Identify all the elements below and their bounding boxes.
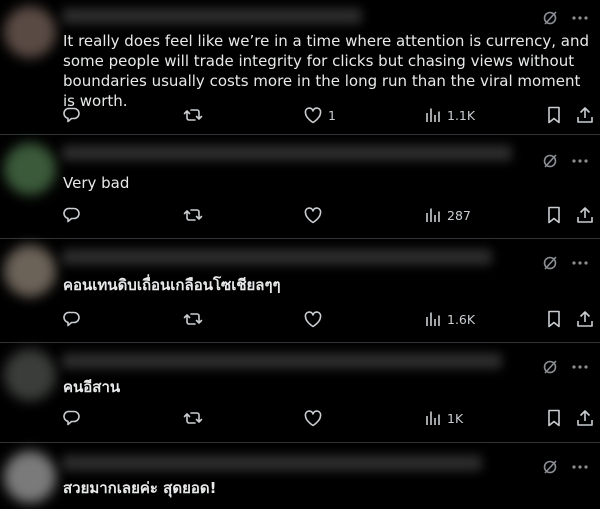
views-icon [425,107,441,123]
reply-text: คนอีสาน [63,378,121,396]
author-header[interactable] [62,353,502,369]
share-button[interactable] [576,105,594,125]
bookmark-icon [547,106,561,124]
repost-button[interactable] [183,205,203,225]
views-button[interactable]: 1.1K [425,105,475,125]
heart-icon [304,310,322,328]
views-count: 287 [447,207,471,223]
more-dots-icon[interactable] [572,261,588,265]
reply-text: Very bad [63,174,130,192]
heart-icon [304,106,322,124]
avatar[interactable] [4,349,56,401]
grok-icon[interactable] [542,10,558,26]
repost-icon [183,310,203,328]
views-button[interactable]: 1K [425,408,463,428]
grok-icon[interactable] [542,459,558,475]
avatar[interactable] [4,451,56,503]
more-dots-icon[interactable] [572,16,588,20]
reply-icon [63,106,81,124]
author-header[interactable] [62,455,482,471]
reply-icon [63,310,81,328]
bookmark-button[interactable] [547,105,561,125]
repost-button[interactable] [183,408,203,428]
action-bar: 1.6K [63,309,596,329]
repost-icon [183,409,203,427]
reply-button[interactable] [63,408,81,428]
repost-icon [183,106,203,124]
more-dots-icon[interactable] [572,365,588,369]
reply-button[interactable] [63,105,81,125]
avatar[interactable] [4,143,56,195]
like-button[interactable] [304,309,328,329]
share-button[interactable] [576,205,594,225]
like-button[interactable] [304,408,328,428]
reply-menu [542,359,588,375]
views-button[interactable]: 1.6K [425,309,475,329]
reply-text: สวยมากเลยค่ะ สุดยอด! [63,479,217,497]
like-count: 1 [328,107,336,123]
bookmark-button[interactable] [547,408,561,428]
reply-icon [63,206,81,224]
reply-button[interactable] [63,205,81,225]
heart-icon [304,409,322,427]
reply-menu [542,255,588,271]
share-icon [576,409,594,427]
grok-icon[interactable] [542,255,558,271]
action-bar: 287 [63,205,596,225]
reply-feed: It really does feel like we’re in a time… [0,0,600,509]
views-count: 1.1K [447,107,476,123]
bookmark-icon [547,206,561,224]
repost-icon [183,206,203,224]
reply-text: It really does feel like we’re in a time… [63,32,594,110]
avatar[interactable] [4,245,56,297]
author-header[interactable] [62,8,362,24]
views-icon [425,311,441,327]
reply-button[interactable] [63,309,81,329]
heart-icon [304,206,322,224]
bookmark-icon [547,409,561,427]
bookmark-button[interactable] [547,205,561,225]
reply-menu [542,10,588,26]
reply-item[interactable]: Very bad 287 [0,135,600,238]
repost-button[interactable] [183,105,203,125]
share-button[interactable] [576,309,594,329]
grok-icon[interactable] [542,359,558,375]
avatar[interactable] [4,6,56,58]
reply-menu [542,153,588,169]
reply-menu [542,459,588,475]
reply-item[interactable]: คนอีสาน 1K [0,343,600,442]
reply-item[interactable]: คอนเทนดิบเถื่อนเกลือนโซเชียลๆๆ 1.6K [0,239,600,342]
views-icon [425,207,441,223]
views-icon [425,410,441,426]
author-header[interactable] [62,145,512,161]
action-bar: 1K [63,408,596,428]
reply-icon [63,409,81,427]
like-button[interactable]: 1 [304,105,336,125]
views-button[interactable]: 287 [425,205,471,225]
reply-text: คอนเทนดิบเถื่อนเกลือนโซเชียลๆๆ [63,276,281,294]
share-button[interactable] [576,408,594,428]
more-dots-icon[interactable] [572,159,588,163]
share-icon [576,206,594,224]
bookmark-button[interactable] [547,309,561,329]
author-header[interactable] [62,249,492,265]
like-button[interactable] [304,205,328,225]
share-icon [576,106,594,124]
views-count: 1.6K [447,311,476,327]
grok-icon[interactable] [542,153,558,169]
more-dots-icon[interactable] [572,465,588,469]
bookmark-icon [547,310,561,328]
share-icon [576,310,594,328]
views-count: 1K [447,410,464,426]
repost-button[interactable] [183,309,203,329]
reply-item[interactable]: สวยมากเลยค่ะ สุดยอด! [0,443,600,509]
action-bar: 1 1.1K [63,105,596,125]
reply-item[interactable]: It really does feel like we’re in a time… [0,0,600,134]
